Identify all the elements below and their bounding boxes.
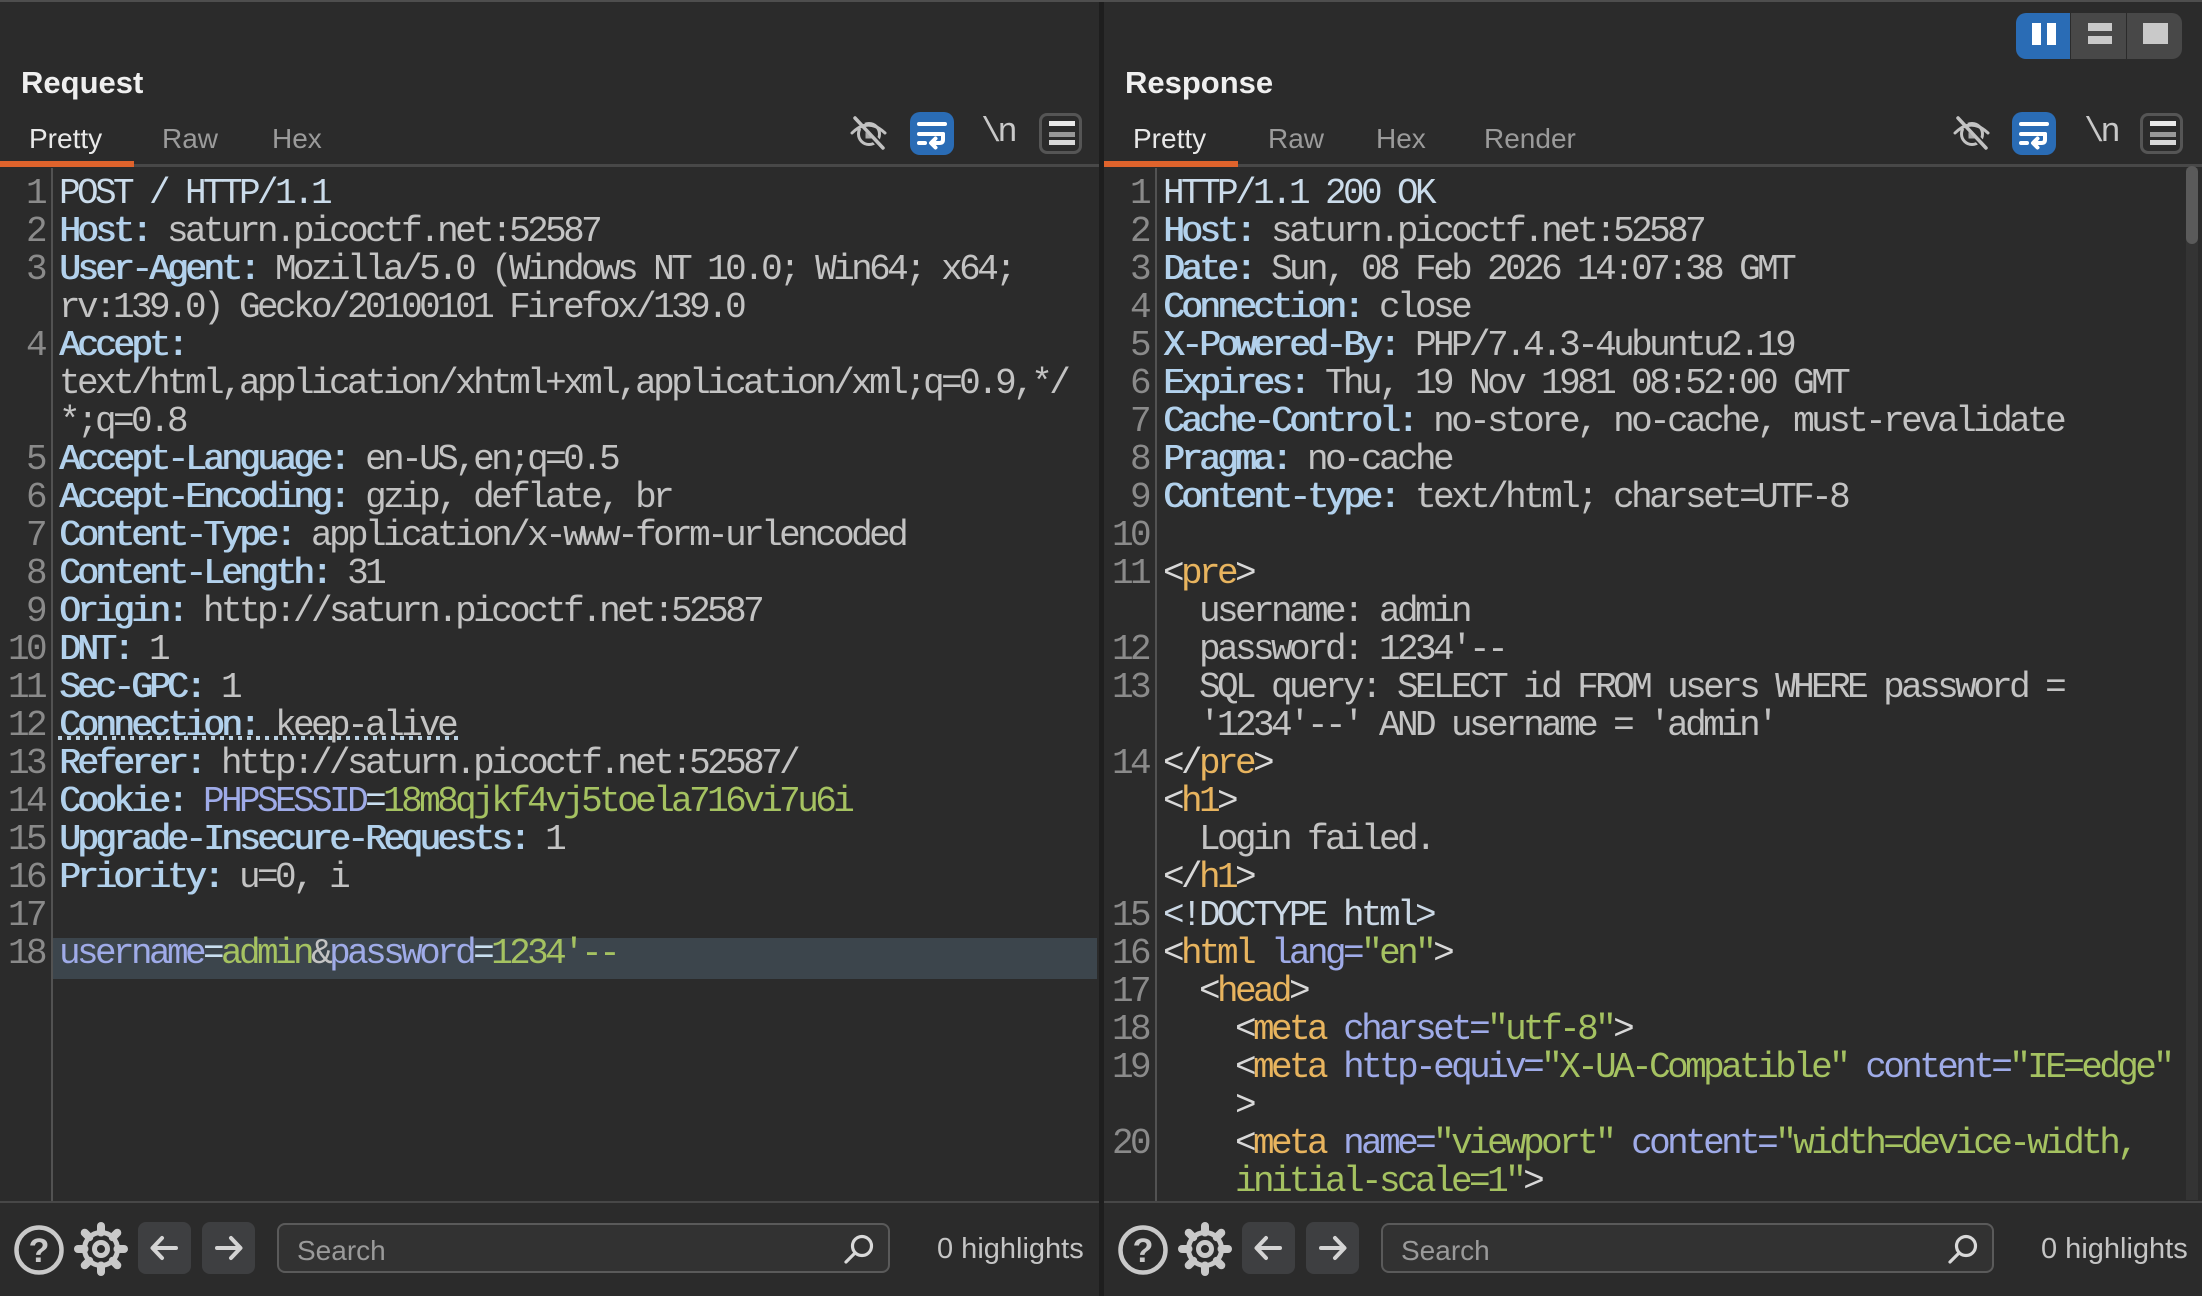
svg-text:?: ? <box>1133 1232 1154 1270</box>
svg-text:?: ? <box>29 1232 50 1270</box>
